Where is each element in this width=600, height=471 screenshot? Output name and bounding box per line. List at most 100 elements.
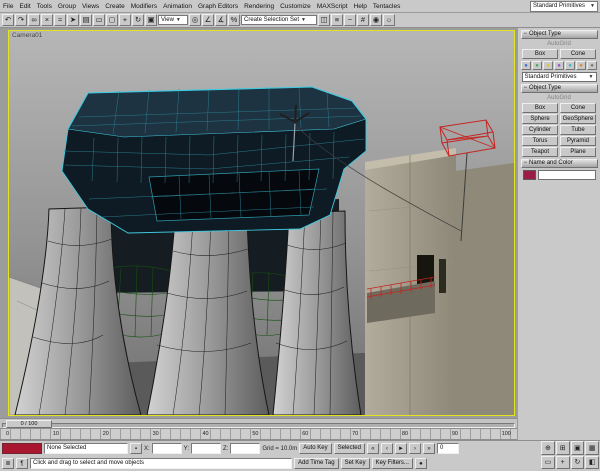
geosphere-button[interactable]: GeoSphere	[560, 114, 596, 124]
tube-button[interactable]: Tube	[560, 125, 596, 135]
schematic-view-icon[interactable]: #	[357, 14, 369, 26]
zoom-extents-icon[interactable]: ▣	[570, 441, 585, 455]
menu-animation[interactable]: Animation	[160, 3, 195, 10]
maxscript-mini-listener[interactable]	[2, 443, 42, 454]
pyramid-button[interactable]: Pyramid	[560, 136, 596, 146]
select-and-move-icon[interactable]: +	[119, 14, 131, 26]
undo-icon[interactable]: ↶	[2, 14, 14, 26]
previous-frame-icon[interactable]: ‹	[380, 443, 393, 454]
rollout-name-and-color[interactable]: − Name and Color	[520, 159, 598, 168]
zoom-all-icon[interactable]: ⊞	[555, 441, 570, 455]
key-filters-button[interactable]: Key Filters...	[371, 458, 413, 469]
selected-dropdown[interactable]: Selected	[333, 443, 365, 454]
systems-icon[interactable]: ●	[587, 61, 597, 70]
align-icon[interactable]: ≡	[331, 14, 343, 26]
menu-graph-editors[interactable]: Graph Editors	[195, 3, 241, 10]
plane-button[interactable]: Plane	[560, 147, 596, 157]
pan-icon[interactable]: +	[555, 455, 570, 469]
mirror-icon[interactable]: ◫	[318, 14, 330, 26]
selection-set-dropdown[interactable]: Create Selection Set ▼	[241, 15, 317, 25]
torus-button[interactable]: Torus	[522, 136, 558, 146]
shapes-icon[interactable]: ●	[532, 61, 542, 70]
object-name-field[interactable]	[537, 170, 596, 180]
autogrid-toggle[interactable]: AutoGrid	[518, 94, 600, 102]
sphere-button[interactable]: Sphere	[522, 114, 558, 124]
angle-snap-icon[interactable]: ∡	[215, 14, 227, 26]
use-pivot-center-icon[interactable]: ◎	[189, 14, 201, 26]
menu-help[interactable]: Help	[351, 3, 370, 10]
arc-rotate-icon[interactable]: ↻	[570, 455, 585, 469]
select-and-link-icon[interactable]: ∞	[28, 14, 40, 26]
material-editor-icon[interactable]: ◉	[370, 14, 382, 26]
curve-editor-icon[interactable]: ~	[344, 14, 356, 26]
zoom-extents-all-icon[interactable]: ▦	[585, 441, 599, 455]
cylinder-button[interactable]: Cylinder	[522, 125, 558, 135]
bind-to-space-warp-icon[interactable]: ≈	[54, 14, 66, 26]
redo-icon[interactable]: ↷	[15, 14, 27, 26]
menu-maxscript[interactable]: MAXScript	[314, 3, 351, 10]
cameras-icon[interactable]: ●	[554, 61, 564, 70]
select-object-icon[interactable]: ➤	[67, 14, 79, 26]
go-to-start-icon[interactable]: «	[366, 443, 379, 454]
rectangular-selection-icon[interactable]: ▭	[93, 14, 105, 26]
box-button-mini[interactable]: Box	[522, 49, 558, 59]
set-key-button[interactable]: Set Key	[340, 458, 370, 469]
menu-file[interactable]: File	[0, 3, 16, 10]
time-slider-track[interactable]	[2, 423, 515, 428]
add-time-tag-button[interactable]: Add Time Tag	[294, 458, 339, 469]
lock-selection-icon[interactable]: ▪	[130, 443, 142, 454]
snap-toggle-icon[interactable]: ∠	[202, 14, 214, 26]
menu-tentacles[interactable]: Tentacles	[370, 3, 403, 10]
primitives-dropdown[interactable]: Standard Primitives ▼	[521, 72, 597, 82]
menu-group[interactable]: Group	[55, 3, 79, 10]
viewport-scene[interactable]	[9, 31, 514, 415]
select-and-rotate-icon[interactable]: ↻	[132, 14, 144, 26]
play-icon[interactable]: ►	[394, 443, 407, 454]
auto-key-button[interactable]: Auto Key	[299, 443, 332, 454]
primitives-dropdown-top[interactable]: Standard Primitives ▼	[530, 0, 598, 12]
window-crossing-icon[interactable]: ◻	[106, 14, 118, 26]
viewport-label[interactable]: Camera01	[12, 32, 42, 39]
key-mode-toggle-icon[interactable]: ●	[414, 458, 427, 469]
space-warps-icon[interactable]: ●	[576, 61, 586, 70]
cone-button[interactable]: Cone	[560, 103, 596, 113]
rollout-object-type-mini[interactable]: − Object Type	[520, 30, 598, 39]
track-bar[interactable]: 0 10 20 30 40 50 60 70 80 90 100	[0, 429, 517, 440]
go-to-end-icon[interactable]: »	[422, 443, 435, 454]
select-and-scale-icon[interactable]: ▣	[145, 14, 157, 26]
viewport-area[interactable]: Camera01	[0, 28, 517, 418]
status-selection-field[interactable]: None Selected	[44, 443, 128, 454]
zoom-icon[interactable]: ⊕	[541, 441, 555, 455]
time-slider-handle[interactable]: 0 / 100	[6, 420, 52, 428]
zoom-region-icon[interactable]: ▭	[541, 455, 555, 469]
menu-rendering[interactable]: Rendering	[241, 3, 277, 10]
maxscript-icon[interactable]: ≣	[2, 458, 14, 469]
autogrid-toggle-mini[interactable]: AutoGrid	[518, 40, 600, 48]
z-coordinate-field[interactable]	[230, 443, 261, 454]
listener-icon[interactable]: ¶	[16, 458, 28, 469]
object-color-swatch[interactable]	[522, 170, 536, 180]
menu-tools[interactable]: Tools	[34, 3, 55, 10]
teapot-button[interactable]: Teapot	[522, 147, 558, 157]
menu-edit[interactable]: Edit	[16, 3, 33, 10]
menu-views[interactable]: Views	[79, 3, 102, 10]
unlink-icon[interactable]: ×	[41, 14, 53, 26]
reference-coordinate-dropdown[interactable]: View ▼	[158, 15, 188, 25]
helpers-icon[interactable]: ●	[565, 61, 575, 70]
cone-button-mini[interactable]: Cone	[560, 49, 596, 59]
lights-icon[interactable]: ●	[543, 61, 553, 70]
next-frame-icon[interactable]: ›	[408, 443, 421, 454]
x-coordinate-field[interactable]	[151, 443, 182, 454]
menu-modifiers[interactable]: Modifiers	[128, 3, 160, 10]
y-coordinate-field[interactable]	[191, 443, 222, 454]
menu-create[interactable]: Create	[102, 3, 128, 10]
percent-snap-icon[interactable]: %	[228, 14, 240, 26]
time-slider[interactable]: 0 / 100	[0, 418, 517, 429]
menu-customize[interactable]: Customize	[277, 3, 314, 10]
active-viewport[interactable]: Camera01	[8, 30, 515, 416]
render-scene-icon[interactable]: ☼	[383, 14, 395, 26]
rollout-object-type[interactable]: − Object Type	[520, 84, 598, 93]
current-time-field[interactable]: 0	[436, 443, 459, 454]
geometry-icon[interactable]: ●	[521, 61, 531, 70]
min-max-toggle-icon[interactable]: ◧	[585, 455, 599, 469]
